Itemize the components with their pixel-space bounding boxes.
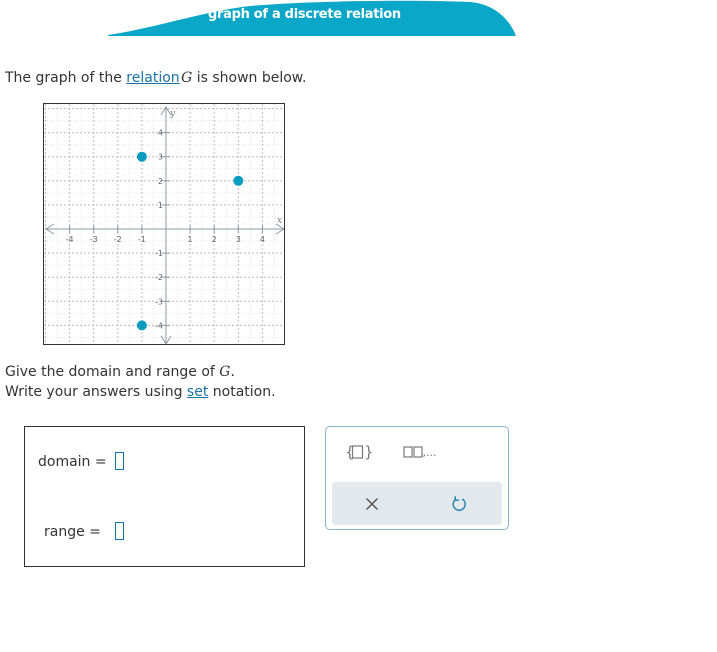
x-tick-label: 4 bbox=[260, 235, 265, 244]
clear-button[interactable] bbox=[360, 492, 384, 516]
math-tool-panel: { } ,... bbox=[325, 426, 509, 530]
question-line-2: Write your answers using set notation. bbox=[5, 384, 276, 400]
x-tick-label: 2 bbox=[212, 235, 217, 244]
graph-svg: x y -4 -3 -2 -1 1 2 3 4 4 3 2 1 -1 -2 -3 -4 bbox=[44, 104, 284, 344]
range-input[interactable] bbox=[115, 522, 124, 540]
relation-link[interactable]: relation bbox=[126, 70, 179, 86]
problem-intro: The graph of the relation G is shown bel… bbox=[5, 70, 306, 86]
question-text: Give the domain and range of bbox=[5, 364, 220, 380]
relation-point bbox=[233, 175, 244, 186]
question-period: . bbox=[230, 364, 235, 380]
close-icon bbox=[366, 498, 378, 510]
banner-title: graph of a discrete relation bbox=[208, 7, 401, 22]
domain-label: domain = bbox=[38, 454, 107, 470]
list-suffix: ,... bbox=[422, 445, 437, 459]
intro-text-end: is shown below. bbox=[192, 70, 307, 86]
instruction-text-end: notation. bbox=[208, 384, 276, 400]
set-braces-button[interactable]: { } bbox=[344, 441, 372, 463]
x-tick-label: -1 bbox=[138, 235, 146, 244]
list-button[interactable]: ,... bbox=[396, 441, 442, 463]
y-axis-label: y bbox=[169, 109, 176, 119]
x-tick-label: -4 bbox=[66, 235, 74, 244]
action-bar bbox=[332, 482, 502, 525]
set-braces-icon: { } bbox=[345, 443, 372, 461]
x-tick-label: -3 bbox=[90, 235, 98, 244]
undo-icon bbox=[452, 496, 466, 511]
x-axis-label: x bbox=[277, 216, 282, 226]
set-link[interactable]: set bbox=[187, 384, 208, 400]
relation-variable: G bbox=[181, 70, 193, 86]
y-tick-label: 2 bbox=[158, 177, 163, 186]
relation-point bbox=[136, 151, 147, 162]
y-tick-label: -2 bbox=[155, 273, 163, 282]
y-tick-label: 3 bbox=[158, 153, 163, 162]
y-tick-label: 1 bbox=[158, 201, 163, 210]
intro-text-start: The graph of the bbox=[5, 70, 127, 86]
domain-input[interactable] bbox=[115, 452, 124, 470]
question-variable: G bbox=[219, 364, 231, 380]
list-icon bbox=[402, 446, 423, 458]
x-tick-label: 1 bbox=[188, 235, 193, 244]
y-tick-label: -3 bbox=[155, 297, 163, 306]
relation-graph: x y -4 -3 -2 -1 1 2 3 4 4 3 2 1 -1 -2 -3 -4 bbox=[43, 103, 285, 345]
y-tick-label: 4 bbox=[158, 129, 163, 138]
svg-text:}: } bbox=[364, 443, 372, 461]
relation-point bbox=[136, 320, 147, 331]
y-tick-label: -1 bbox=[155, 249, 163, 258]
x-tick-label: -2 bbox=[114, 235, 122, 244]
instruction-text: Write your answers using bbox=[5, 384, 187, 400]
undo-button[interactable] bbox=[447, 492, 471, 516]
y-tick-label: -4 bbox=[155, 321, 163, 330]
question-line-1: Give the domain and range of G. bbox=[5, 364, 235, 380]
range-label: range = bbox=[44, 524, 101, 540]
title-banner: graph of a discrete relation bbox=[0, 0, 717, 62]
x-tick-label: 3 bbox=[236, 235, 241, 244]
answer-box: domain = range = bbox=[24, 426, 305, 567]
